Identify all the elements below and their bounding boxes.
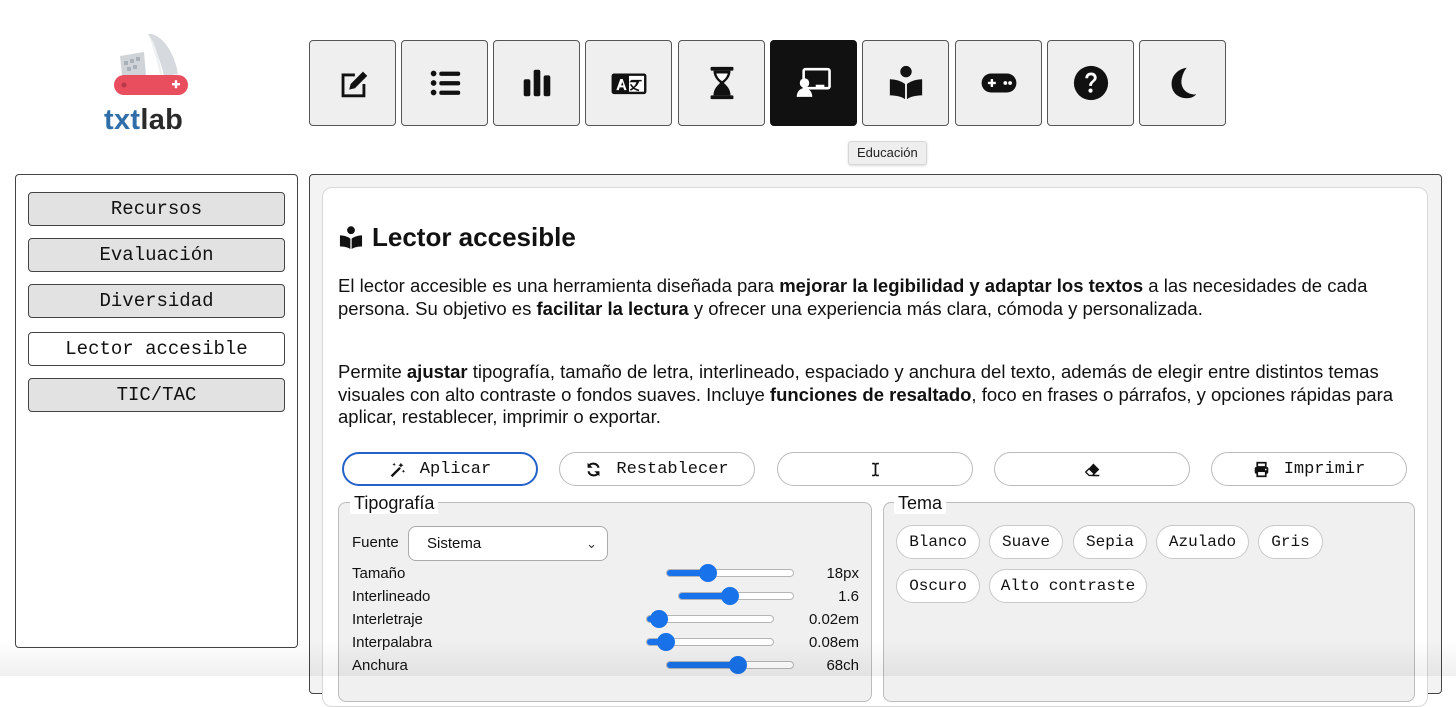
line-height-value: 1.6 <box>838 588 859 605</box>
size-label: Tamaño <box>352 565 406 582</box>
dark-mode-button[interactable] <box>1139 40 1226 126</box>
theme-option-alto-contraste[interactable]: Alto contraste <box>989 569 1147 603</box>
timer-button[interactable] <box>678 40 765 126</box>
word-spacing-value: 0.08em <box>808 634 859 651</box>
theme-option-sepia[interactable]: Sepia <box>1073 525 1147 559</box>
text-cursor-button[interactable] <box>777 452 973 486</box>
print-label: Imprimir <box>1283 459 1366 479</box>
chevron-down-icon: ⌄ <box>586 536 597 551</box>
width-slider-fill <box>667 662 739 668</box>
intro-text-1: El lector accesible es una herramienta d… <box>338 275 780 296</box>
logo-text-txt: txt <box>104 104 141 136</box>
features-bold-2: funciones de resaltado <box>769 383 972 405</box>
letter-spacing-value: 0.02em <box>808 611 859 628</box>
sidebar-item-tic-tac[interactable]: TIC/TAC <box>28 378 285 412</box>
page-title: Lector accesible <box>338 222 576 253</box>
printer-icon <box>1254 461 1268 477</box>
eraser-icon <box>1084 463 1099 476</box>
question-icon <box>1073 65 1108 101</box>
book-reader-icon <box>339 225 363 249</box>
list-button[interactable] <box>401 40 488 126</box>
width-value: 68ch <box>826 657 859 674</box>
sidebar-item-diversidad[interactable]: Diversidad <box>28 284 285 318</box>
list-icon <box>430 70 460 96</box>
reset-label: Restablecer <box>616 459 729 479</box>
line-height-label: Interlineado <box>352 588 431 605</box>
theme-option-oscuro[interactable]: Oscuro <box>896 569 980 603</box>
letter-spacing-label: Interletraje <box>352 611 423 628</box>
intro-paragraph: El lector accesible es una herramienta d… <box>338 275 1408 320</box>
help-button[interactable] <box>1047 40 1134 126</box>
moon-icon <box>1171 67 1196 99</box>
logo-text-lab: lab <box>140 104 184 136</box>
logo-wordmark: txtlab <box>104 104 183 137</box>
intro-bold-2: facilitar la lectura <box>536 297 689 319</box>
sidebar: Recursos Evaluación Diversidad Lector ac… <box>15 174 298 648</box>
typography-legend: Tipografía <box>350 493 439 514</box>
theme-legend: Tema <box>894 493 947 514</box>
theme-option-azulado[interactable]: Azulado <box>1156 525 1249 559</box>
hourglass-icon <box>710 66 733 100</box>
sidebar-item-evaluacion[interactable]: Evaluación <box>28 238 285 272</box>
apply-button[interactable]: Aplicar <box>342 452 538 486</box>
width-slider-thumb[interactable] <box>728 656 747 674</box>
theme-option-suave[interactable]: Suave <box>989 525 1063 559</box>
chalkboard-teacher-icon <box>796 67 831 97</box>
apply-label: Aplicar <box>419 459 492 479</box>
stats-button[interactable] <box>493 40 580 126</box>
swiss-knife-icon <box>114 33 188 95</box>
width-label: Anchura <box>352 657 408 674</box>
font-select-value: Sistema <box>427 535 482 552</box>
features-paragraph: Permite ajustar tipografía, tamaño de le… <box>338 361 1408 429</box>
letter-spacing-slider-thumb[interactable] <box>649 610 668 628</box>
word-spacing-label: Interpalabra <box>352 634 433 651</box>
print-button[interactable]: Imprimir <box>1211 452 1407 486</box>
edit-icon <box>341 71 367 98</box>
sidebar-item-lector-accesible[interactable]: Lector accesible <box>28 332 285 366</box>
edit-button[interactable] <box>309 40 396 126</box>
theme-option-blanco[interactable]: Blanco <box>896 525 980 559</box>
intro-bold-1: mejorar la legibilidad y adaptar los tex… <box>779 275 1144 296</box>
features-bold-1: ajustar <box>406 361 468 382</box>
translate-icon <box>611 73 646 95</box>
size-value: 18px <box>826 565 859 582</box>
reset-button[interactable]: Restablecer <box>559 452 755 486</box>
font-select[interactable]: Sistema ⌄ <box>408 526 608 561</box>
education-button[interactable] <box>770 40 857 126</box>
book-reader-icon <box>889 65 922 100</box>
translate-button[interactable] <box>585 40 672 126</box>
gamepad-icon <box>981 73 1016 93</box>
clear-highlight-button[interactable] <box>994 452 1190 486</box>
magic-wand-icon <box>390 462 405 477</box>
refresh-icon <box>587 462 600 476</box>
size-slider-track[interactable] <box>666 569 794 577</box>
intro-text-3: y ofrecer una experiencia más clara, cóm… <box>688 297 1203 319</box>
sidebar-item-recursos[interactable]: Recursos <box>28 192 285 226</box>
bar-chart-icon <box>523 69 550 97</box>
text-cursor-icon <box>871 462 879 476</box>
games-button[interactable] <box>955 40 1042 126</box>
page-title-text: Lector accesible <box>372 222 576 252</box>
reader-button[interactable] <box>862 40 949 126</box>
education-tooltip: Educación <box>848 141 927 165</box>
theme-option-gris[interactable]: Gris <box>1258 525 1323 559</box>
font-label: Fuente <box>352 534 399 551</box>
features-text-1: Permite <box>338 361 407 382</box>
